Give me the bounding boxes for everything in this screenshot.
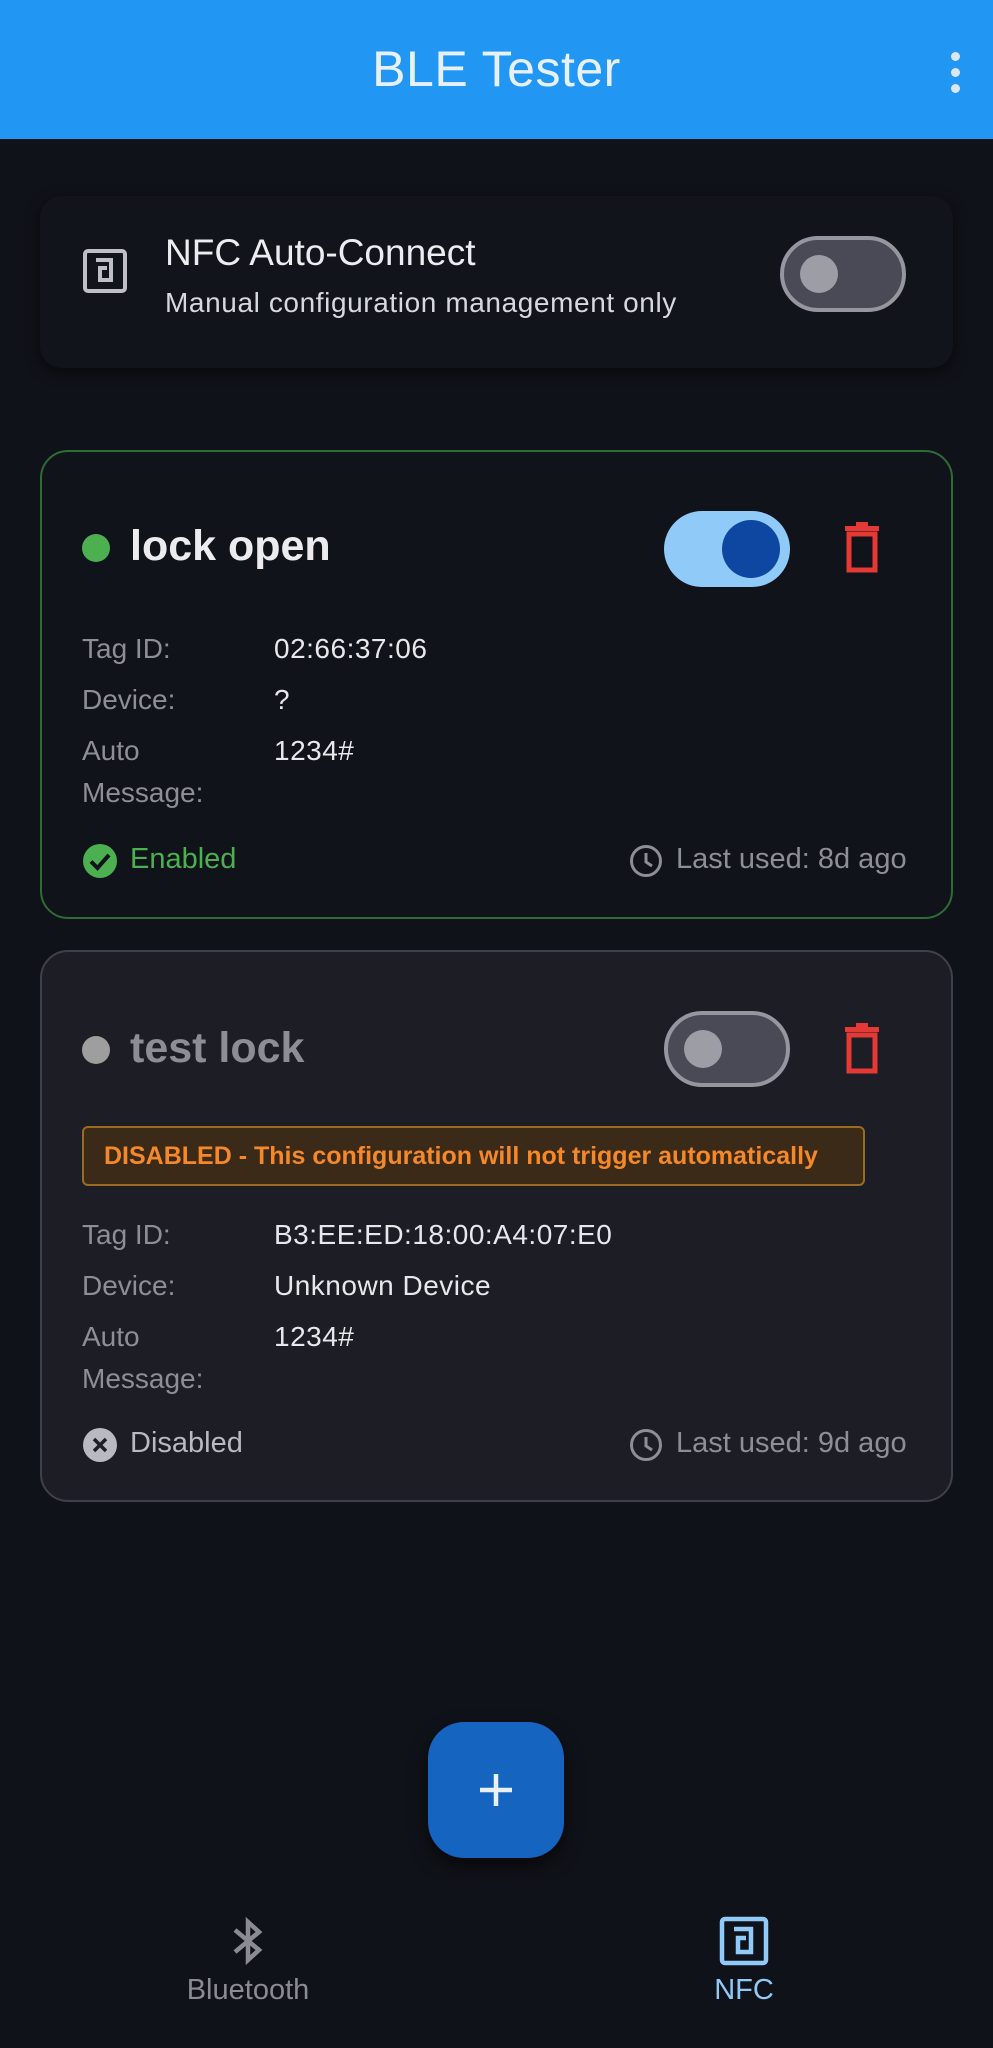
config-enable-switch[interactable] [664, 511, 790, 587]
add-icon [480, 1774, 512, 1806]
tag-id-value: 02:66:37:06 [274, 633, 428, 664]
auto-message-label: Auto Message: [82, 735, 204, 808]
tag-id-label: Tag ID: [82, 633, 171, 664]
nfc-icon [83, 249, 127, 293]
config-name: lock open [130, 522, 331, 570]
cancel-circle-icon [83, 1428, 117, 1462]
auto-message-value: 1234# [274, 1321, 355, 1352]
device-value: ? [274, 684, 291, 715]
status-text: Enabled [130, 843, 237, 875]
config-enable-switch[interactable] [664, 1011, 790, 1087]
auto-connect-subtitle: Manual configuration management only [165, 287, 677, 318]
nav-label-nfc: NFC [714, 1974, 774, 2006]
nav-item-nfc[interactable]: NFC [624, 1916, 864, 2007]
clock-icon [630, 845, 662, 877]
nfc-icon [719, 1916, 769, 1966]
nfc-auto-connect-card: NFC Auto-Connect Manual configuration ma… [40, 196, 953, 368]
last-used-text: Last used: 8d ago [676, 843, 907, 875]
device-value: Unknown Device [274, 1270, 492, 1301]
device-label: Device: [82, 684, 176, 715]
auto-message-label: Auto Message: [82, 1321, 204, 1394]
status-dot [82, 534, 110, 562]
status-text: Disabled [130, 1427, 243, 1459]
disabled-warning-banner: DISABLED - This configuration will not t… [82, 1126, 865, 1186]
clock-icon [630, 1429, 662, 1461]
auto-message-value: 1234# [274, 735, 355, 766]
config-card-test-lock[interactable]: test lock DISABLED - This configuration … [40, 950, 953, 1502]
add-config-button[interactable] [428, 1722, 564, 1858]
last-used-text: Last used: 9d ago [676, 1427, 907, 1459]
nav-label-bluetooth: Bluetooth [186, 1974, 310, 2006]
auto-connect-title: NFC Auto-Connect [165, 232, 476, 273]
device-label: Device: [82, 1270, 176, 1301]
status-dot [82, 1036, 110, 1064]
app-bar: BLE Tester [0, 0, 993, 139]
nav-item-bluetooth[interactable]: Bluetooth [128, 1916, 368, 2007]
delete-icon[interactable] [834, 519, 890, 575]
more-vert-icon[interactable] [935, 40, 975, 104]
check-circle-icon [83, 844, 117, 878]
tag-id-value: B3:EE:ED:18:00:A4:07:E0 [274, 1219, 613, 1250]
bluetooth-icon [233, 1916, 263, 1966]
bottom-navigation: Bluetooth NFC [0, 1880, 993, 2048]
app-title: BLE Tester [372, 41, 621, 97]
tag-id-label: Tag ID: [82, 1219, 171, 1250]
config-card-lock-open[interactable]: lock open Tag ID: 02:66:37:06 Device: ? … [40, 450, 953, 919]
config-name: test lock [130, 1024, 305, 1072]
auto-connect-switch[interactable] [780, 236, 906, 312]
delete-icon[interactable] [834, 1020, 890, 1076]
